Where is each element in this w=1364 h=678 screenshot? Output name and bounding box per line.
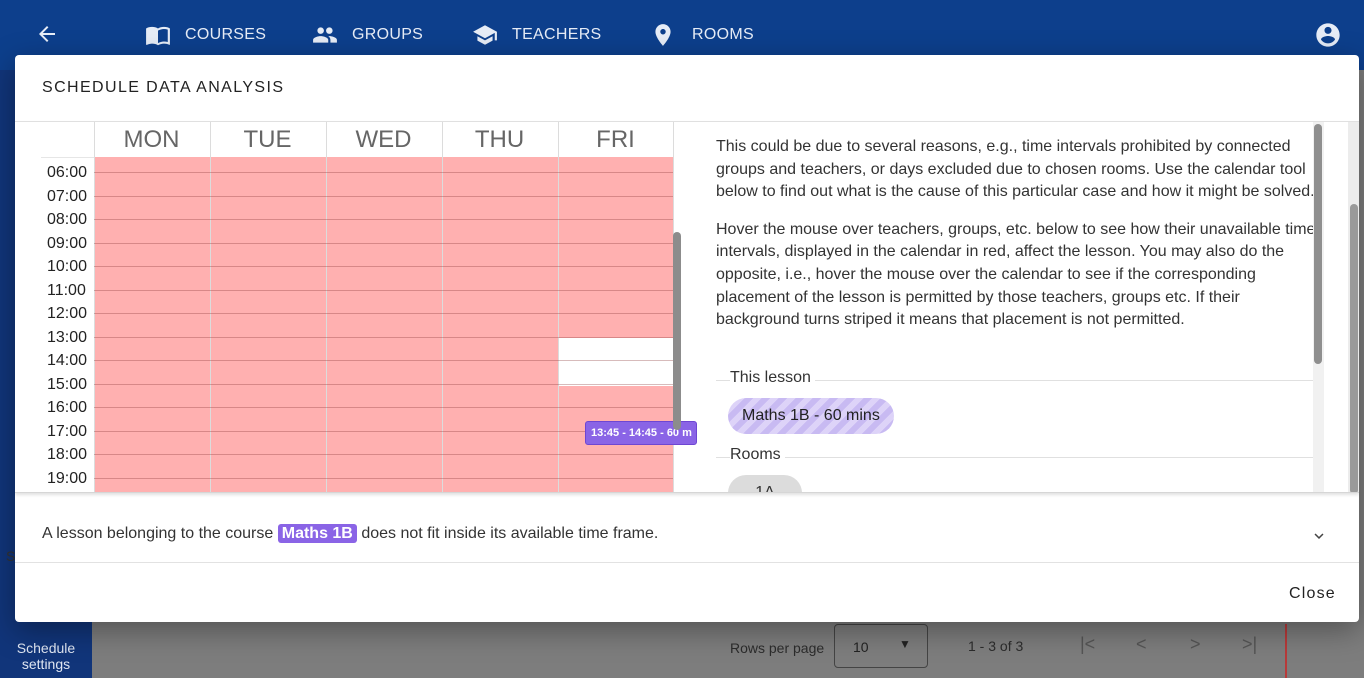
day-header: WED xyxy=(355,126,412,153)
nav-courses[interactable]: COURSES xyxy=(145,20,266,50)
hour-line xyxy=(94,313,673,314)
unavailable-block[interactable] xyxy=(443,157,558,492)
hour-line xyxy=(94,454,673,455)
availability-calendar[interactable]: MON TUE WED THU FRI 06:00 07:00 08:00 09:00 10:0… xyxy=(41,122,697,492)
nav-groups[interactable]: GROUPS xyxy=(312,20,423,50)
hour-line xyxy=(94,477,673,479)
nav-groups-label: GROUPS xyxy=(352,26,424,43)
dialog-scrollbar-thumb[interactable] xyxy=(1350,204,1358,492)
unavailable-block[interactable] xyxy=(559,157,674,338)
caret-down-icon: ▼ xyxy=(899,637,911,651)
time-label: 19:00 xyxy=(47,469,88,487)
chevron-down-icon[interactable] xyxy=(1310,527,1328,545)
message-prefix: A lesson belonging to the course xyxy=(42,525,274,542)
nav-rooms[interactable]: ROOMS xyxy=(650,20,754,50)
nav-teachers-label: TEACHERS xyxy=(512,26,602,43)
hour-line xyxy=(94,266,673,267)
room-chip[interactable]: 1A xyxy=(728,475,802,492)
hour-line xyxy=(94,242,673,244)
hour-line xyxy=(94,336,673,338)
message-suffix: does not fit inside its available time f… xyxy=(361,525,659,542)
pagination-range: 1 - 3 of 3 xyxy=(968,638,1024,654)
time-label: 14:00 xyxy=(47,352,88,369)
table-pagination: Rows per page 10 ▼ 1 - 3 of 3 |< < > >| xyxy=(700,624,1300,670)
dialog-body[interactable]: MON TUE WED THU FRI 06:00 07:00 08:00 09:00 10:0… xyxy=(15,121,1359,493)
time-label: 11:00 xyxy=(47,281,86,299)
explanation-paragraph-1: This could be due to several reasons, e.… xyxy=(716,138,1315,201)
time-label: 12:00 xyxy=(47,305,88,322)
location-pin-icon xyxy=(655,24,671,46)
calendar-scrollbar[interactable] xyxy=(673,232,681,430)
book-icon xyxy=(146,26,170,46)
panel-scrollbar-thumb[interactable] xyxy=(1314,124,1322,364)
rooms-label: Rooms xyxy=(730,446,785,464)
next-page-icon[interactable]: > xyxy=(1190,634,1201,655)
time-label: 07:00 xyxy=(47,187,88,205)
rooms-divider xyxy=(716,457,1314,458)
time-label: 09:00 xyxy=(47,234,88,252)
rows-per-page-select[interactable]: 10 ▼ xyxy=(834,624,928,668)
rows-per-page-label: Rows per page xyxy=(730,640,825,656)
nav-rooms-label: ROOMS xyxy=(692,26,754,43)
school-icon xyxy=(473,25,497,45)
people-icon xyxy=(313,27,337,43)
message-divider xyxy=(15,562,1359,563)
nav-teachers[interactable]: TEACHERS xyxy=(472,20,602,50)
hour-line xyxy=(94,383,673,385)
hour-line xyxy=(94,172,673,173)
explanation-paragraph-2: Hover the mouse over teachers, groups, e… xyxy=(716,220,1316,329)
schedule-analysis-dialog: SCHEDULE DATA ANALYSIS MON TUE WED THU FRI 0… xyxy=(15,55,1359,622)
lesson-chip[interactable]: Maths 1B - 60 mins xyxy=(728,398,894,434)
time-label: 13:00 xyxy=(47,328,88,346)
course-tag: Maths 1B xyxy=(277,524,357,543)
unavailable-block[interactable] xyxy=(327,157,442,492)
background-accent-line xyxy=(1285,624,1287,678)
time-label: 08:00 xyxy=(47,211,88,228)
time-label: 15:00 xyxy=(47,375,88,393)
time-label: 10:00 xyxy=(47,258,88,275)
schedule-settings-label: Schedule settings xyxy=(16,640,76,672)
first-page-icon[interactable]: |< xyxy=(1080,634,1095,655)
close-button[interactable]: Close xyxy=(1281,581,1344,607)
time-label: 17:00 xyxy=(47,422,88,440)
conflict-message[interactable]: A lesson belonging to the course Maths 1… xyxy=(42,524,659,543)
hour-line xyxy=(94,407,673,408)
day-header: TUE xyxy=(243,126,292,153)
back-arrow-icon[interactable] xyxy=(34,22,60,48)
time-label: 16:00 xyxy=(47,399,88,416)
schedule-settings-link[interactable]: Schedule settings xyxy=(0,624,92,678)
this-lesson-label: This lesson xyxy=(730,369,815,387)
rows-per-page-value: 10 xyxy=(853,639,869,655)
account-icon[interactable] xyxy=(1314,21,1342,49)
hour-line xyxy=(94,289,673,291)
previous-page-icon[interactable]: < xyxy=(1136,634,1147,655)
hour-line xyxy=(94,195,673,197)
time-label: 06:00 xyxy=(47,164,88,181)
background-text-fragment: S xyxy=(6,548,16,564)
dialog-title: SCHEDULE DATA ANALYSIS xyxy=(42,79,285,96)
unavailable-block[interactable] xyxy=(95,157,210,492)
time-column-top-line xyxy=(41,157,94,158)
time-label: 18:00 xyxy=(47,446,88,463)
last-page-icon[interactable]: >| xyxy=(1242,634,1257,655)
hour-line xyxy=(94,219,673,220)
day-header: THU xyxy=(474,126,525,153)
nav-courses-label: COURSES xyxy=(185,26,267,43)
day-header: MON xyxy=(123,126,180,153)
hour-line xyxy=(94,360,673,361)
analysis-explanation: This could be due to several reasons, e.… xyxy=(716,136,1316,347)
day-header: FRI xyxy=(596,126,635,153)
unavailable-block[interactable] xyxy=(211,157,326,492)
